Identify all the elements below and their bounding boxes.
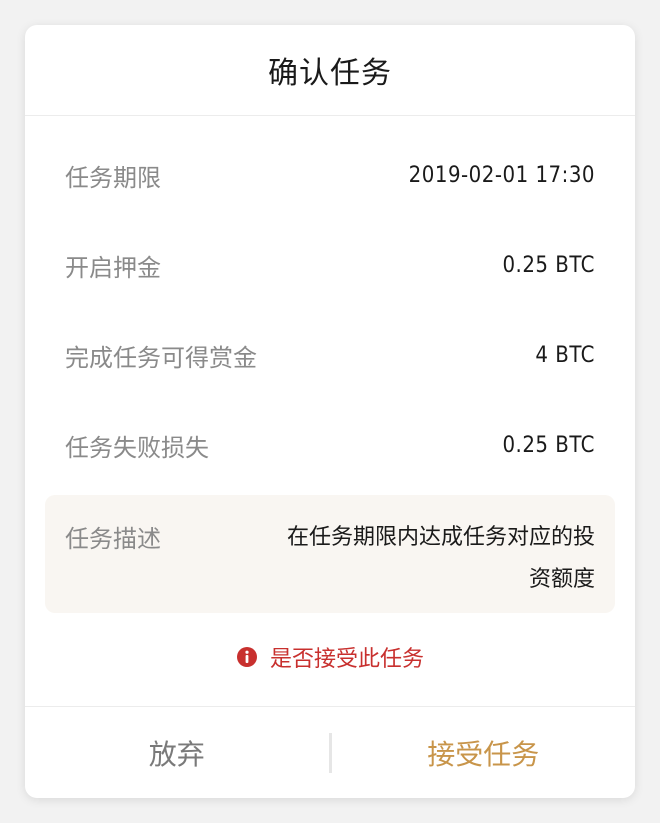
accept-task-button[interactable]: 接受任务 (332, 707, 636, 798)
confirm-prompt: 是否接受此任务 (25, 637, 635, 677)
deposit-value: 0.25 BTC (502, 252, 595, 278)
confirm-prompt-text: 是否接受此任务 (269, 647, 424, 672)
dialog-footer: 放弃 接受任务 (25, 706, 635, 798)
loss-value: 0.25 BTC (502, 432, 595, 458)
info-row-deposit: 开启押金 0.25 BTC (65, 245, 595, 285)
reward-label: 完成任务可得赏金 (65, 343, 257, 372)
description-label: 任务描述 (65, 525, 161, 553)
dialog-title: 确认任务 (268, 56, 392, 91)
abandon-button[interactable]: 放弃 (25, 707, 329, 798)
loss-label: 任务失败损失 (65, 433, 209, 462)
reward-value: 4 BTC (535, 342, 595, 368)
info-row-loss: 任务失败损失 0.25 BTC (65, 425, 595, 465)
description-text: 在任务期限内达成任务对应的投资额度 (286, 525, 595, 592)
info-row-reward: 完成任务可得赏金 4 BTC (65, 335, 595, 375)
info-row-deadline: 任务期限 2019-02-01 17:30 (65, 155, 595, 195)
task-description-box: 任务描述 在任务期限内达成任务对应的投资额度 (45, 495, 615, 613)
dialog-header: 确认任务 (25, 25, 635, 116)
deadline-label: 任务期限 (65, 163, 161, 192)
deposit-label: 开启押金 (65, 253, 161, 282)
info-circle-icon (236, 646, 258, 668)
deadline-value: 2019-02-01 17:30 (408, 162, 595, 188)
confirm-task-dialog: 确认任务 任务期限 2019-02-01 17:30 开启押金 0.25 BTC… (25, 25, 635, 798)
